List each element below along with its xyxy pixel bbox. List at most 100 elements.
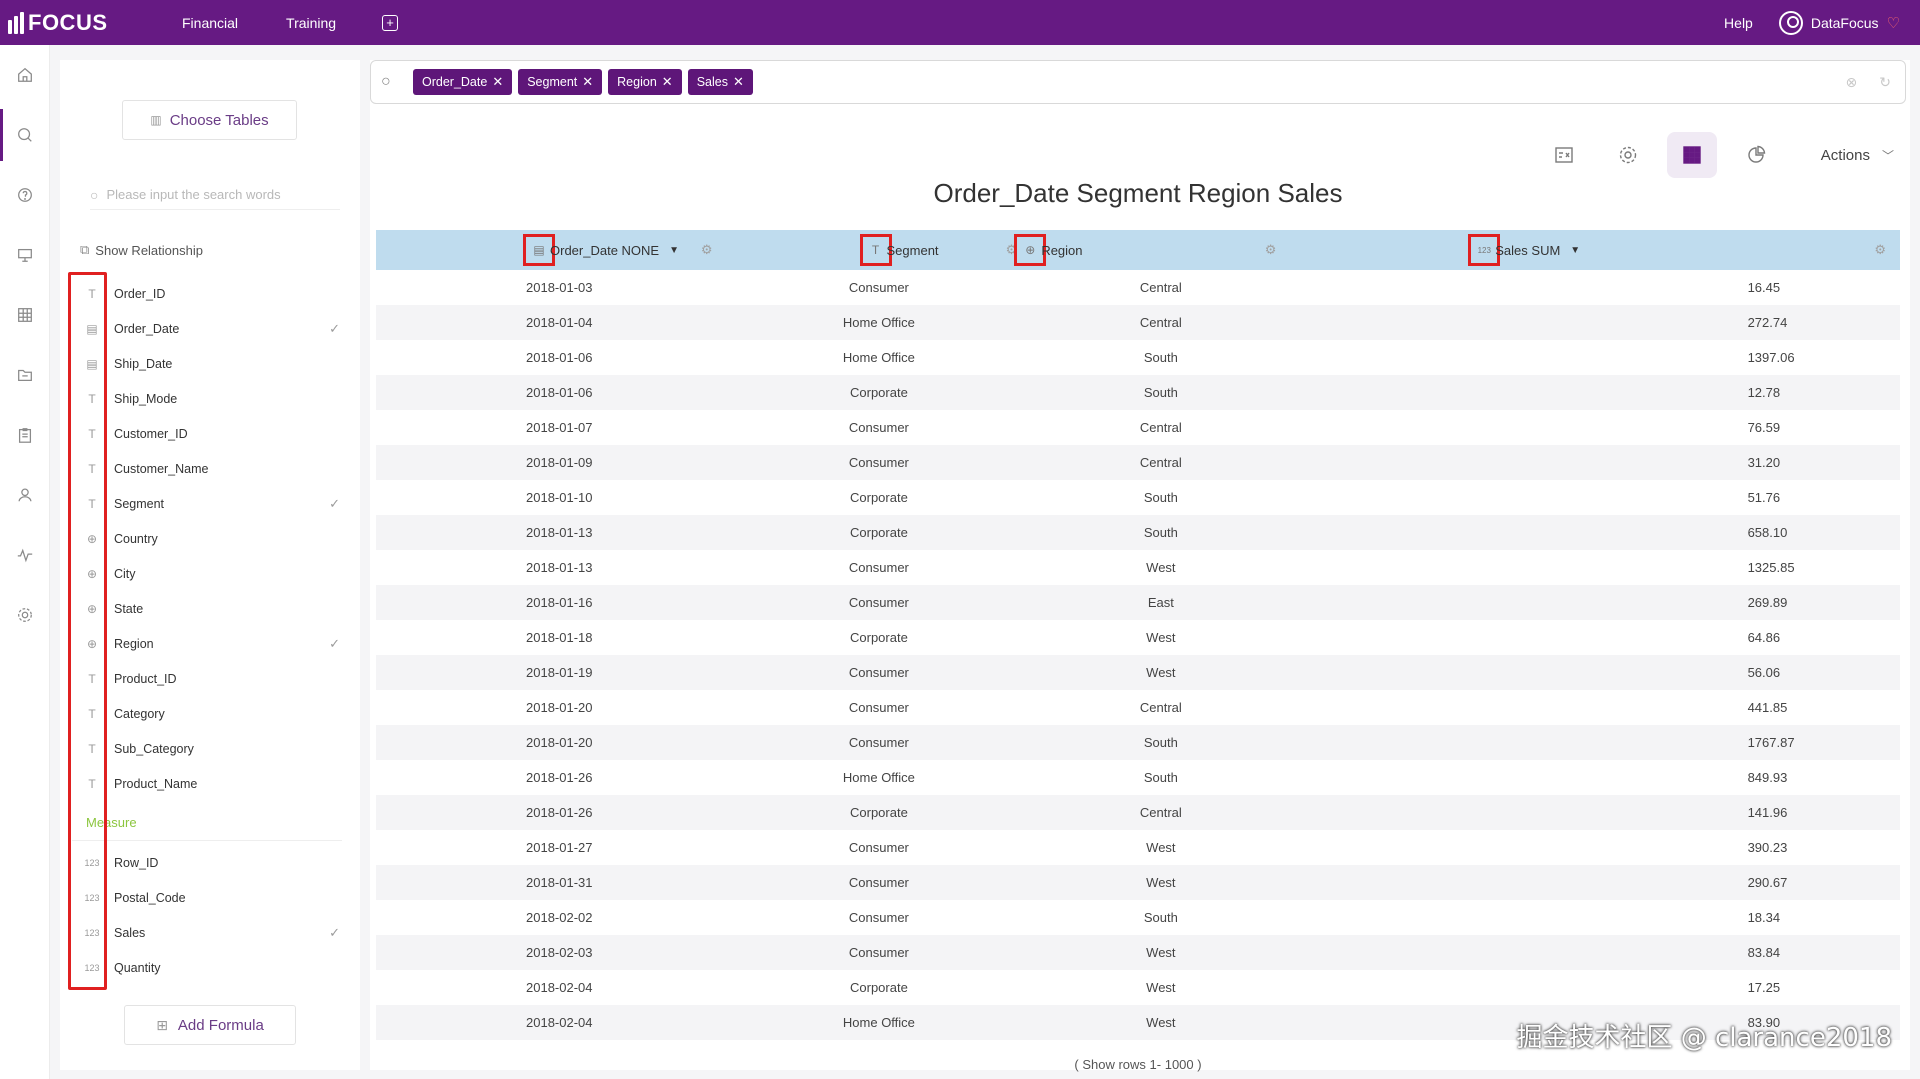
column-settings-icon[interactable]: ⚙ (1265, 242, 1277, 258)
field-item[interactable]: 123 Postal_Code (72, 880, 362, 915)
table-cell: 2018-01-20 (526, 735, 593, 750)
table-row: 2018-01-13 Corporate South 658.10 (376, 515, 1900, 550)
table-cell: South (1143, 910, 1178, 925)
field-item[interactable]: 123 Sales ✓ (72, 915, 362, 950)
field-item[interactable]: T Customer_ID (72, 416, 362, 451)
relationship-icon: ⧉ (80, 242, 90, 257)
field-item[interactable]: ▤ Order_Date ✓ (72, 311, 362, 346)
column-header[interactable]: T Segment ⚙ (727, 230, 1032, 270)
table-cell: 18.34 (1747, 910, 1781, 925)
column-header[interactable]: 123 Sales SUM ▼ ⚙ (1290, 230, 1900, 270)
field-name: Product_ID (114, 671, 177, 686)
table-cell: South (1143, 770, 1178, 785)
activity-nav-icon[interactable] (0, 525, 50, 585)
home-nav-icon[interactable] (0, 45, 50, 105)
settings-gear-icon[interactable] (1603, 132, 1653, 178)
heart-icon[interactable]: ♡ (1887, 14, 1900, 32)
column-settings-icon[interactable]: ⚙ (1006, 242, 1018, 258)
field-item[interactable]: ⊕ Region ✓ (72, 626, 362, 661)
clear-icon[interactable]: ⊗ (1846, 74, 1858, 91)
nav-item-training[interactable]: Training (262, 15, 360, 31)
column-header[interactable]: ▤ Order_Date NONE ▼ ⚙ (376, 230, 727, 270)
field-item[interactable]: T Category (72, 696, 362, 731)
table-cell: Central (1139, 280, 1182, 295)
choose-tables-label: Choose Tables (169, 111, 269, 129)
table-cell: 2018-02-04 (526, 1015, 593, 1030)
field-item[interactable]: T Product_Name (72, 766, 362, 801)
table-cell: 2018-01-06 (526, 350, 593, 365)
refresh-icon[interactable]: ↻ (1879, 74, 1891, 91)
field-item[interactable]: T Product_ID (72, 661, 362, 696)
table-cell: 290.67 (1747, 875, 1788, 890)
column-settings-icon[interactable]: ⚙ (1874, 242, 1886, 258)
user-nav-icon[interactable] (0, 465, 50, 525)
date-type-icon: ▤ (86, 321, 98, 336)
show-relationship-link[interactable]: ⧉ Show Relationship (80, 242, 203, 258)
table-view-icon[interactable] (1666, 132, 1717, 178)
close-icon[interactable]: ✕ (733, 74, 744, 90)
table-cell: Consumer (848, 875, 909, 890)
table-cell: 2018-01-18 (526, 630, 593, 645)
close-icon[interactable]: ✕ (662, 74, 673, 90)
text-type-icon: T (88, 461, 96, 476)
table-cell: 141.96 (1747, 805, 1788, 820)
field-item[interactable]: T Ship_Mode (72, 381, 362, 416)
text-type-icon: T (88, 286, 96, 301)
table-cell: East (1147, 595, 1174, 610)
sort-caret-icon[interactable]: ▼ (1570, 245, 1580, 256)
sort-caret-icon[interactable]: ▼ (669, 245, 679, 256)
table-cell: 16.45 (1747, 280, 1781, 295)
field-search-input[interactable]: ○ Please input the search words (90, 180, 340, 210)
user-menu[interactable]: DataFocus ♡ (1778, 10, 1900, 35)
table-nav-icon[interactable] (0, 285, 50, 345)
add-tab-icon[interactable]: + (382, 14, 399, 31)
table-cell: West (1146, 945, 1176, 960)
add-formula-button[interactable]: ⊞ Add Formula (124, 1005, 296, 1045)
table-row: 2018-01-06 Corporate South 12.78 (376, 375, 1900, 410)
query-search-bar[interactable]: ○ Order_Date ✕ Segment ✕ Region ✕ Sales ✕ ⊗ ↻ (370, 60, 1906, 104)
table-cell: Consumer (848, 560, 909, 575)
actions-dropdown[interactable]: Actions ﹀ (1821, 147, 1894, 164)
help-link[interactable]: Help (1724, 15, 1753, 31)
text-type-icon: T (88, 496, 96, 511)
close-icon[interactable]: ✕ (582, 74, 593, 90)
search-chip[interactable]: Order_Date ✕ (413, 69, 513, 95)
chart-type-icon[interactable] (1731, 132, 1781, 178)
search-nav-icon[interactable] (0, 105, 50, 165)
field-item[interactable]: T Sub_Category (72, 731, 362, 766)
table-cell: South (1143, 385, 1178, 400)
column-settings-icon[interactable]: ⚙ (701, 242, 713, 258)
table-cell: 2018-01-09 (526, 455, 593, 470)
result-toolbar: Actions ﹀ (1539, 132, 1894, 178)
search-chip[interactable]: Region ✕ (608, 69, 682, 95)
nav-item-financial[interactable]: Financial (158, 15, 262, 31)
table-row: 2018-02-03 Consumer West 83.84 (376, 935, 1900, 970)
settings-nav-icon[interactable] (0, 585, 50, 645)
clipboard-nav-icon[interactable] (0, 405, 50, 465)
field-item[interactable]: 123 Row_ID (72, 845, 362, 880)
table-row: 2018-01-07 Consumer Central 76.59 (376, 410, 1900, 445)
question-nav-icon[interactable] (0, 165, 50, 225)
table-cell: 2018-02-04 (526, 980, 593, 995)
column-header[interactable]: ⊕ Region ⚙ (1014, 230, 1290, 270)
folder-nav-icon[interactable] (0, 345, 50, 405)
field-item[interactable]: 123 Quantity (72, 950, 362, 985)
table-cell: 1397.06 (1747, 350, 1795, 365)
text-type-icon: T (859, 234, 892, 266)
choose-tables-button[interactable]: ▥ Choose Tables (122, 100, 297, 140)
field-item[interactable]: T Segment ✓ (72, 486, 362, 521)
chip-label: Sales (696, 75, 728, 89)
field-item[interactable]: ▤ Ship_Date (72, 346, 362, 381)
field-item[interactable]: ⊕ City (72, 556, 362, 591)
focus-logo[interactable]: FOCUS (0, 10, 140, 36)
field-item[interactable]: T Order_ID (72, 276, 362, 311)
field-item[interactable]: ⊕ State (72, 591, 362, 626)
search-chip[interactable]: Sales ✕ (687, 69, 753, 95)
formula-view-icon[interactable] (1539, 132, 1589, 178)
search-chip[interactable]: Segment ✕ (518, 69, 603, 95)
field-item[interactable]: ⊕ Country (72, 521, 362, 556)
close-icon[interactable]: ✕ (492, 74, 503, 90)
field-item[interactable]: T Customer_Name (72, 451, 362, 486)
table-cell: West (1146, 665, 1176, 680)
presentation-nav-icon[interactable] (0, 225, 50, 285)
